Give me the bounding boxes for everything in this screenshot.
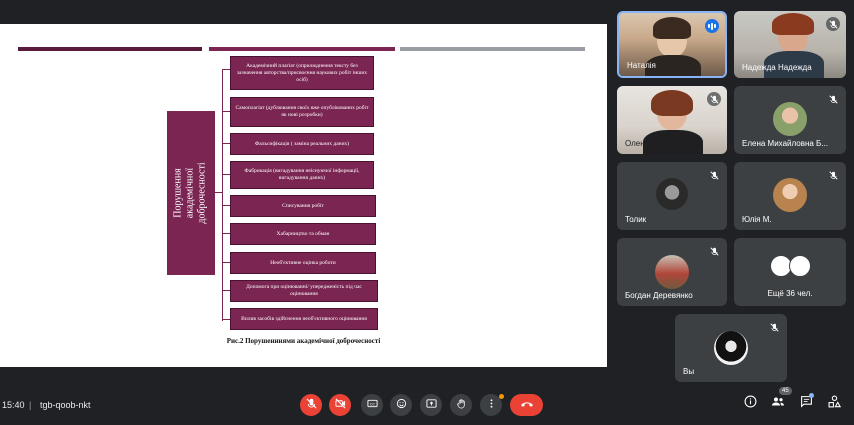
participant-tile[interactable]: Юлія М. bbox=[734, 162, 846, 230]
toggle-camera-button[interactable] bbox=[329, 394, 351, 416]
shared-screen: Порушення академічної доброчесності Акад… bbox=[0, 24, 607, 367]
participant-tile[interactable]: Наталія bbox=[617, 11, 727, 78]
toggle-mic-button[interactable] bbox=[300, 394, 322, 416]
raise-hand-button[interactable] bbox=[450, 394, 472, 416]
svg-text:CC: CC bbox=[369, 402, 375, 406]
participant-name: Елена Михайловна Б... bbox=[742, 139, 828, 148]
diagram-connector bbox=[222, 233, 230, 234]
participant-tile[interactable]: Богдан Деревянко bbox=[617, 238, 727, 306]
diagram-connector bbox=[215, 192, 223, 193]
raise-hand-icon bbox=[456, 396, 467, 414]
mic-off-icon bbox=[767, 320, 781, 334]
diagram-connector bbox=[222, 174, 230, 175]
participant-name: Богдан Деревянко bbox=[625, 291, 693, 300]
camera-off-icon bbox=[334, 396, 346, 414]
mic-off-icon bbox=[826, 168, 840, 182]
activities-button[interactable] bbox=[826, 395, 842, 413]
participant-hair bbox=[772, 13, 814, 35]
diagram-box: Хабарництво та обман bbox=[230, 223, 376, 245]
diagram-box: Фабрикація (вигадування неіснуючої інфор… bbox=[230, 161, 374, 189]
mic-off-icon bbox=[826, 92, 840, 106]
participant-tile[interactable]: Толик bbox=[617, 162, 727, 230]
diagram-connector bbox=[222, 262, 230, 263]
emoji-icon bbox=[396, 396, 407, 414]
slide-decor-bar bbox=[18, 47, 202, 51]
diagram-box: Списування робіт bbox=[230, 195, 376, 217]
participant-name: Юлія М. bbox=[742, 215, 772, 224]
mic-off-icon bbox=[707, 92, 721, 106]
mic-off-icon bbox=[707, 168, 721, 182]
diagram-connector bbox=[222, 111, 230, 112]
diagram-connector bbox=[222, 290, 230, 291]
diagram-box: Самоплагіат (дублювання своїх вже опублі… bbox=[230, 97, 374, 127]
diagram-box: Необ'єктивне оцінка роботи bbox=[230, 252, 376, 274]
speaking-indicator-icon bbox=[705, 19, 719, 33]
participant-tile[interactable]: Олена Бісюк bbox=[617, 86, 727, 154]
diagram-box: Академічний плагіат (оприлюднення тексту… bbox=[230, 56, 374, 90]
chat-button[interactable] bbox=[798, 396, 814, 412]
participant-tile[interactable]: Елена Михайловна Б... bbox=[734, 86, 846, 154]
slide-decor-bar bbox=[209, 47, 395, 51]
mic-off-icon bbox=[306, 396, 317, 414]
diagram-box: Фальсифікація ( заміна реальних даних) bbox=[230, 133, 374, 155]
slide-vertical-title-text: Порушення академічної доброчесності bbox=[173, 162, 208, 224]
meeting-code: tgb-qoob-nkt bbox=[40, 400, 91, 410]
activities-icon bbox=[828, 395, 841, 413]
more-participants-label: Ещё 36 чел. bbox=[767, 289, 813, 298]
captions-icon: CC bbox=[366, 396, 378, 414]
captions-button[interactable]: CC bbox=[361, 394, 383, 416]
avatar bbox=[655, 255, 689, 289]
slide-decor-bar bbox=[400, 47, 585, 51]
participant-count-badge: 45 bbox=[779, 387, 792, 395]
slide-vertical-title: Порушення академічної доброчесності bbox=[167, 111, 215, 275]
avatar bbox=[773, 178, 807, 212]
mic-off-icon bbox=[707, 244, 721, 258]
participant-name: Толик bbox=[625, 215, 647, 224]
meeting-separator: | bbox=[29, 400, 32, 410]
people-button[interactable] bbox=[770, 396, 786, 412]
participant-hair bbox=[653, 17, 691, 39]
slide-caption: Рис.2 Порушенннями академічної доброчесн… bbox=[226, 337, 381, 345]
people-icon bbox=[771, 395, 785, 413]
more-participants-avatars bbox=[770, 255, 811, 277]
participant-hair bbox=[651, 90, 693, 116]
participant-tile[interactable]: Надежда Надежда bbox=[734, 11, 846, 78]
present-button[interactable] bbox=[420, 394, 442, 416]
info-icon bbox=[744, 395, 757, 413]
present-icon bbox=[425, 396, 437, 414]
more-options-icon bbox=[486, 396, 497, 414]
avatar bbox=[714, 331, 748, 365]
participant-name: Надежда Надежда bbox=[742, 63, 812, 72]
meeting-info-button[interactable] bbox=[742, 395, 758, 413]
more-participants-tile[interactable]: Ещё 36 чел. bbox=[734, 238, 846, 306]
avatar bbox=[773, 102, 807, 136]
reactions-button[interactable] bbox=[390, 394, 412, 416]
diagram-box: Вплив засобів здійснення необ'єктивного … bbox=[230, 308, 378, 330]
diagram-spine bbox=[222, 69, 223, 321]
diagram-connector bbox=[222, 319, 230, 320]
notification-dot bbox=[499, 394, 504, 399]
diagram-connector bbox=[222, 69, 230, 70]
self-tile[interactable]: Вы bbox=[675, 314, 787, 382]
mic-off-icon bbox=[826, 17, 840, 31]
diagram-connector bbox=[222, 205, 230, 206]
end-call-button[interactable] bbox=[510, 394, 543, 416]
participant-name: Олена Бісюк bbox=[625, 139, 672, 148]
avatar bbox=[656, 178, 688, 210]
participant-name: Вы bbox=[683, 367, 695, 376]
meeting-time: 15:40 bbox=[2, 400, 25, 410]
end-call-icon bbox=[520, 396, 534, 414]
diagram-connector bbox=[222, 143, 230, 144]
diagram-box: Допомога при оцінюванні/ упередженість п… bbox=[230, 280, 378, 302]
participant-name: Наталія bbox=[627, 61, 656, 70]
chat-notification-dot bbox=[809, 393, 814, 398]
